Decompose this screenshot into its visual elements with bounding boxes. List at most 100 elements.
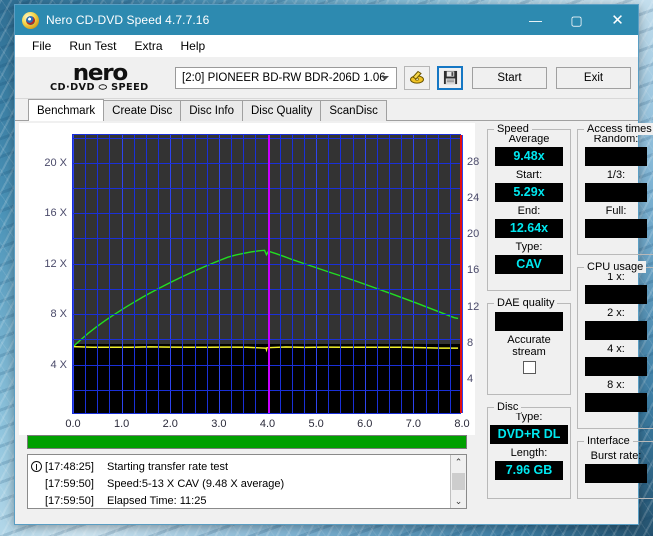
chart-gridline-vertical (364, 135, 366, 413)
chart-gridline-horizontal (73, 339, 460, 341)
dae-quality-panel-title: DAE quality (494, 297, 558, 309)
tab-bar: Benchmark Create Disc Disc Info Disc Qua… (15, 99, 638, 121)
minimize-button[interactable]: — (515, 5, 556, 35)
chart-gridline-vertical (425, 135, 427, 413)
chart-gridline-horizontal (73, 314, 460, 316)
menu-help[interactable]: Help (172, 37, 215, 55)
benchmark-chart: 4 X 8 X 12 X 16 X 20 X 4 8 12 16 20 24 28 0.0 1.0 2.0 3… (44, 134, 479, 430)
chart-ytick-right: 24 (467, 192, 480, 205)
chart-xtick: 5.0 (308, 418, 324, 430)
access-times-panel: Access times Random: 1/3: Full: (577, 123, 653, 255)
speed-start-value: 5.29x (495, 183, 563, 202)
speed-end-value: 12.64x (495, 219, 563, 238)
drive-select[interactable]: [2:0] PIONEER BD-RW BDR-206D 1.06 (175, 66, 397, 89)
chart-gridline-vertical (109, 135, 111, 413)
chart-ytick-right: 4 (467, 372, 474, 385)
log-message: Starting transfer rate test (107, 460, 229, 473)
chart-gridline-horizontal (73, 213, 460, 215)
chart-xtick: 8.0 (454, 418, 470, 430)
chart-gridline-horizontal (73, 364, 460, 366)
chart-gridline-vertical (303, 135, 305, 413)
scrollbar-thumb[interactable] (452, 473, 465, 490)
exit-button[interactable]: Exit (556, 66, 631, 89)
accurate-stream-label-line1: Accurate (507, 334, 551, 346)
log-timestamp: [17:48:25] (45, 460, 94, 473)
chart-xtick: 1.0 (113, 418, 130, 430)
log-message: Speed:5-13 X CAV (9.48 X average) (107, 477, 285, 490)
cpu-usage-panel: CPU usage 1 x: 2 x: 4 x: 8 x: (577, 261, 653, 429)
burst-rate-label: Burst rate: (590, 450, 642, 462)
chart-xtick: 4.0 (259, 418, 276, 430)
eject-disc-button[interactable] (404, 65, 430, 90)
chart-gridline-vertical (255, 135, 257, 413)
chart-marker-disc-end (460, 135, 463, 413)
log-list: [17:48:25] Starting transfer rate test [17… (28, 455, 450, 508)
title-bar: Nero CD-DVD Speed 4.7.7.16 — ▢ ✕ (15, 5, 638, 35)
speed-type-label: Type: (515, 241, 543, 253)
speed-end-label: End: (517, 205, 541, 217)
info-icon (31, 461, 42, 472)
chart-xtick: 6.0 (357, 418, 373, 430)
dae-quality-panel: DAE quality Accurate stream (487, 297, 571, 395)
chart-gridline-vertical (413, 135, 415, 413)
access-full-label: Full: (605, 205, 627, 217)
scroll-up-icon[interactable]: ⌃ (451, 455, 466, 469)
maximize-button[interactable]: ▢ (556, 5, 597, 35)
log-entry: [17:59:50] Elapsed Time: 11:25 (31, 492, 450, 508)
speed-panel-title: Speed (494, 123, 532, 135)
chart-gridline-vertical (376, 135, 378, 413)
cpu-2x-value (585, 321, 647, 340)
log-scrollbar[interactable]: ⌃ ⌄ (450, 455, 466, 508)
nero-logo: nero CD·DVD ⬭ SPEED (32, 62, 167, 93)
cpu-8x-label: 8 x: (607, 379, 625, 391)
chart-ytick-right: 28 (467, 156, 480, 169)
dae-quality-value (495, 312, 563, 331)
cpu-8x-value (585, 393, 647, 412)
tab-disc-quality[interactable]: Disc Quality (242, 100, 322, 121)
chart-ytick-left: 20 X (44, 156, 67, 169)
window-controls: — ▢ ✕ (515, 5, 638, 35)
start-button[interactable]: Start (472, 66, 547, 89)
cpu-1x-value (585, 285, 647, 304)
accurate-stream-checkbox[interactable] (522, 361, 536, 374)
chart-xtick: 2.0 (162, 418, 178, 430)
chart-gridline-vertical (145, 135, 147, 413)
interface-panel: Interface Burst rate: (577, 435, 653, 499)
chart-ytick-right: 16 (467, 264, 480, 277)
access-random-value (585, 147, 647, 166)
menu-run-test[interactable]: Run Test (60, 37, 125, 55)
tab-disc-info[interactable]: Disc Info (180, 100, 243, 121)
menu-extra[interactable]: Extra (125, 37, 171, 55)
benchmark-panel: 4 X 8 X 12 X 16 X 20 X 4 8 12 16 20 24 28 0.0 1.0 2.0 3… (15, 121, 653, 524)
chart-marker-layer-break (267, 135, 270, 413)
menu-file[interactable]: File (23, 37, 60, 55)
chart-gridline-vertical (158, 135, 160, 413)
chart-gridline-vertical (401, 135, 403, 413)
tab-benchmark[interactable]: Benchmark (28, 99, 105, 121)
save-button[interactable] (437, 65, 463, 90)
chart-gridline-vertical (291, 135, 293, 413)
close-button[interactable]: ✕ (597, 5, 638, 35)
menu-bar: File Run Test Extra Help (15, 35, 638, 57)
chart-gridline-horizontal (73, 137, 460, 139)
chart-ytick-right: 20 (467, 228, 480, 241)
tab-create-disc[interactable]: Create Disc (103, 100, 182, 121)
chart-gridline-vertical (389, 135, 391, 413)
app-window: Nero CD-DVD Speed 4.7.7.16 — ▢ ✕ File Ru… (14, 4, 653, 525)
tab-scandisc[interactable]: ScanDisc (320, 100, 387, 121)
chart-gridline-vertical (73, 135, 74, 413)
eject-disc-icon (410, 70, 424, 84)
disc-length-value: 7.96 GB (495, 461, 563, 480)
scroll-down-icon[interactable]: ⌄ (451, 494, 466, 508)
log-entry: [17:59:50] Speed:5-13 X CAV (9.48 X avera… (31, 475, 450, 492)
chart-gridline-vertical (462, 135, 463, 413)
chart-ytick-left: 16 X (44, 207, 67, 220)
log-timestamp: [17:59:50] (45, 477, 94, 490)
interface-panel-title: Interface (584, 435, 633, 447)
log-message: Elapsed Time: 11:25 (107, 494, 207, 507)
chart-ytick-left: 4 X (50, 358, 67, 371)
log-timestamp: [17:59:50] (45, 494, 94, 507)
chart-gridline-vertical (194, 135, 196, 413)
chevron-down-icon (381, 75, 389, 80)
chart-ytick-right: 12 (467, 300, 480, 313)
